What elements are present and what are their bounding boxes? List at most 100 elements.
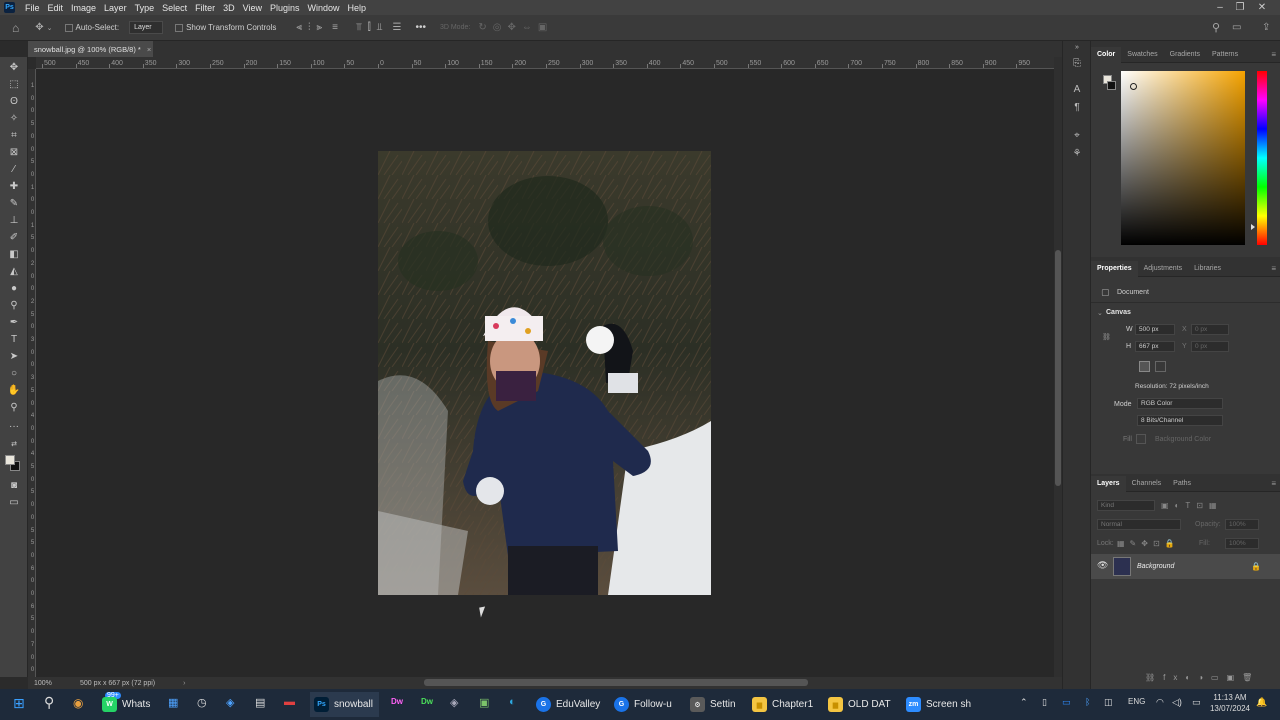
wifi-icon[interactable]: ◠ — [1156, 697, 1164, 708]
tab-channels[interactable]: Channels — [1126, 476, 1168, 492]
hue-slider-thumb[interactable] — [1251, 224, 1255, 230]
app-icon[interactable]: ▬ — [284, 696, 295, 708]
align-bottom-icon[interactable]: ⫫ — [377, 22, 383, 33]
close-tab-icon[interactable]: × — [147, 45, 151, 54]
tab-layers[interactable]: Layers — [1091, 475, 1126, 492]
quick-mask-icon[interactable]: ◙ — [7, 478, 21, 492]
tab-color[interactable]: Color — [1091, 46, 1122, 63]
mode-dropdown[interactable]: RGB Color — [1137, 398, 1223, 409]
taskbar-app-explorer-chapter[interactable]: ▆ Chapter1 — [752, 692, 813, 717]
type-tool-icon[interactable]: T — [7, 332, 21, 346]
brush-tool-icon[interactable]: ✎ — [7, 196, 21, 210]
x-field[interactable]: 0 px — [1191, 324, 1229, 335]
saturation-value-field[interactable] — [1121, 71, 1245, 245]
menu-edit[interactable]: Edit — [44, 3, 68, 13]
panel-menu-icon[interactable]: ≡ — [1271, 50, 1276, 59]
align-center-icon[interactable]: ⫶ — [308, 22, 311, 33]
menu-help[interactable]: Help — [344, 3, 371, 13]
menu-filter[interactable]: Filter — [191, 3, 219, 13]
eyedropper-icon[interactable]: ⁄ — [7, 162, 21, 176]
layer-lock-icon[interactable]: 🔒 — [1251, 562, 1261, 571]
screen-mode-icon[interactable]: ▭ — [7, 495, 21, 509]
fill-swatch[interactable] — [1136, 434, 1146, 444]
align-left-icon[interactable]: ⫷ — [296, 22, 302, 33]
menu-image[interactable]: Image — [67, 3, 100, 13]
move-tool-icon[interactable]: ✥ — [7, 60, 21, 74]
hue-slider[interactable] — [1257, 71, 1267, 245]
blur-tool-icon[interactable]: ● — [7, 281, 21, 295]
bit-depth-dropdown[interactable]: 8 Bits/Channel — [1137, 415, 1223, 426]
snowball-photo[interactable] — [378, 151, 711, 595]
clock-app-icon[interactable]: ◷ — [197, 696, 207, 709]
align-middle-icon[interactable]: ⫿ — [368, 22, 371, 33]
marquee-tool-icon[interactable]: ⬚ — [7, 77, 21, 91]
panel-menu-icon[interactable]: ≡ — [1271, 479, 1276, 488]
chevron-down-icon[interactable]: ⌄ — [47, 24, 53, 32]
paint-bucket-icon[interactable]: ◭ — [7, 264, 21, 278]
history-icon[interactable]: ⎘ — [1071, 57, 1083, 69]
document-tab[interactable]: snowball.jpg @ 100% (RGB/8) * × — [28, 41, 153, 57]
more-tools-icon[interactable]: ··· — [7, 419, 21, 433]
tab-patterns[interactable]: Patterns — [1206, 47, 1244, 63]
chevron-up-icon[interactable]: ⌃ — [1020, 697, 1028, 708]
shape-tool-icon[interactable]: ○ — [7, 366, 21, 380]
clock-date[interactable]: 13/07/2024 — [1208, 704, 1252, 713]
search-icon[interactable]: ⚲ — [1212, 21, 1220, 34]
menu-type[interactable]: Type — [131, 3, 159, 13]
hand-tool-icon[interactable]: ✋ — [7, 383, 21, 397]
edge-icon[interactable]: ◐ — [509, 696, 516, 708]
fill-value[interactable]: Background Color — [1155, 436, 1211, 443]
minimize-icon[interactable]: – — [1210, 0, 1230, 15]
close-window-icon[interactable]: ✕ — [1252, 0, 1272, 15]
eraser-tool-icon[interactable]: ◧ — [7, 247, 21, 261]
tray-icon[interactable]: ◫ — [1104, 697, 1113, 708]
swap-colors-icon[interactable]: ⇄ — [7, 437, 21, 451]
frame-tool-icon[interactable]: ⊠ — [7, 145, 21, 159]
dodge-tool-icon[interactable]: ⚲ — [7, 298, 21, 312]
menu-file[interactable]: File — [21, 3, 44, 13]
lasso-tool-icon[interactable]: ʘ — [7, 94, 21, 108]
menu-layer[interactable]: Layer — [100, 3, 131, 13]
home-icon[interactable]: ⌂ — [12, 21, 19, 35]
bluetooth-icon[interactable]: ᛒ — [1085, 697, 1090, 707]
vertical-scroll-thumb[interactable] — [1055, 250, 1061, 486]
taskbar-app-explorer-olddata[interactable]: ▆ OLD DAT — [828, 692, 891, 717]
path-selection-icon[interactable]: ➤ — [7, 349, 21, 363]
more-options-button[interactable]: ••• — [415, 22, 426, 33]
tray-zoom-icon[interactable]: ▭ — [1062, 697, 1071, 708]
background-color-swatch[interactable] — [1107, 81, 1116, 90]
menu-window[interactable]: Window — [304, 3, 344, 13]
taskbar-app-zoom[interactable]: zm Screen sh — [906, 692, 971, 717]
show-transform-checkbox[interactable]: Show Transform Controls — [175, 23, 276, 32]
opacity-field[interactable]: 100% — [1225, 519, 1259, 530]
layer-action-icons[interactable]: ⛓fx◐◑▭▣🗑 — [1145, 673, 1260, 682]
landscape-orientation-icon[interactable] — [1155, 361, 1166, 372]
auto-select-checkbox[interactable]: Auto-Select: — [64, 23, 119, 32]
taskbar-app-chrome-followup[interactable]: G Follow-u — [614, 692, 672, 717]
status-arrow-icon[interactable]: › — [183, 680, 185, 687]
battery-icon[interactable]: ▭ — [1192, 697, 1201, 708]
copilot-icon[interactable]: ◉ — [73, 696, 83, 710]
tray-icon[interactable]: ▯ — [1042, 697, 1047, 708]
layer-name[interactable]: Background — [1137, 563, 1174, 570]
distribute-icon[interactable]: ≡ — [332, 22, 338, 33]
app-icon[interactable]: Dw — [421, 697, 433, 706]
windows-start-icon[interactable]: ⊞ — [13, 695, 25, 712]
distribute-vertical-icon[interactable]: ☰ — [392, 22, 401, 33]
menu-view[interactable]: View — [239, 3, 266, 13]
tab-properties[interactable]: Properties — [1091, 260, 1138, 277]
brush-settings-icon[interactable]: ⌖ — [1071, 129, 1083, 141]
align-top-icon[interactable]: ⫪ — [356, 22, 362, 33]
share-icon[interactable]: ⇪ — [1262, 22, 1270, 33]
taskbar-app-settings[interactable]: ⚙ Settin — [690, 692, 736, 717]
volume-icon[interactable]: ◁) — [1172, 697, 1182, 708]
history-brush-icon[interactable]: ✐ — [7, 230, 21, 244]
foreground-color-swatch[interactable] — [5, 455, 15, 465]
link-icon[interactable]: ⛓ — [1102, 333, 1111, 341]
menu-select[interactable]: Select — [158, 3, 191, 13]
portrait-orientation-icon[interactable] — [1139, 361, 1150, 372]
visibility-eye-icon[interactable]: 👁 — [1097, 560, 1108, 571]
clone-source-icon[interactable]: ⚘ — [1071, 147, 1083, 159]
horizontal-scroll-thumb[interactable] — [424, 679, 808, 686]
tab-libraries[interactable]: Libraries — [1188, 261, 1227, 277]
